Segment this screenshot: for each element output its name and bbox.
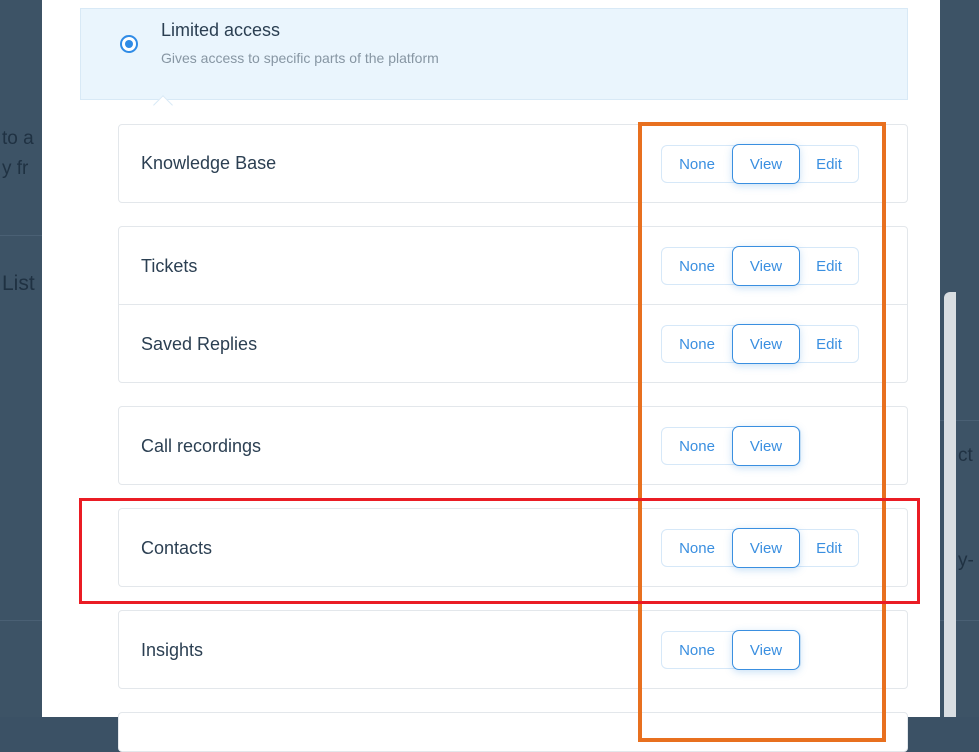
background-divider — [0, 620, 42, 621]
permission-label-call-recordings: Call recordings — [141, 436, 262, 456]
background-text-fragment: y fr — [2, 158, 29, 179]
permission-label-saved-replies: Saved Replies — [141, 334, 258, 354]
scrollbar-thumb[interactable] — [944, 292, 956, 717]
limited-access-radio[interactable] — [120, 35, 138, 53]
background-text-fragment: ct — [958, 445, 973, 466]
permission-label-tickets: Tickets — [141, 256, 198, 276]
background-text-fragment: to a — [2, 128, 34, 149]
contacts-row-highlight — [79, 498, 920, 604]
permission-label-knowledge-base: Knowledge Base — [141, 153, 277, 173]
background-divider — [0, 235, 42, 236]
background-text-fragment: List — [2, 272, 35, 295]
permission-label-insights: Insights — [141, 640, 204, 660]
limited-access-title: Limited access — [161, 20, 281, 40]
background-text-fragment: y- — [958, 550, 974, 571]
access-level-column-highlight — [638, 122, 886, 742]
limited-access-description: Gives access to specific parts of the pl… — [161, 50, 439, 66]
